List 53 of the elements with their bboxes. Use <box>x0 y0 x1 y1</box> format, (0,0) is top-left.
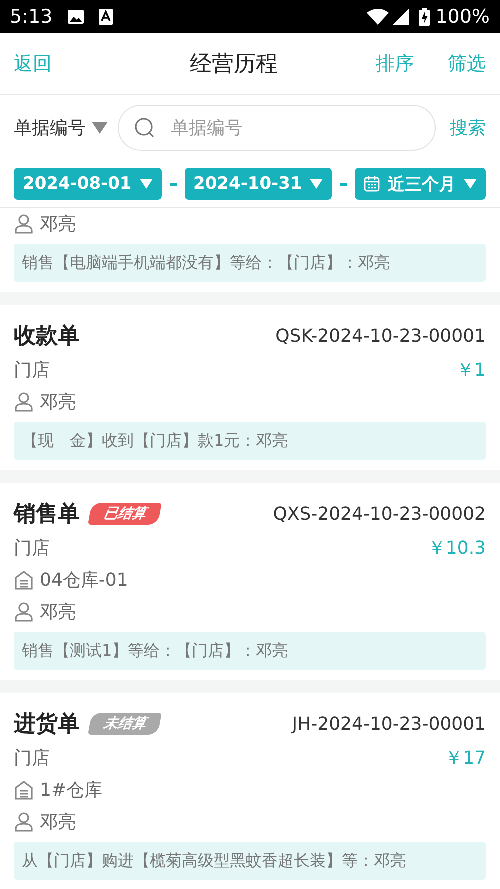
record-summary: 【现 金】收到【门店】款1元：邓亮 <box>14 422 486 460</box>
sort-button[interactable]: 排序 <box>376 50 414 76</box>
person-icon <box>14 392 34 412</box>
person-name: 邓亮 <box>40 811 76 834</box>
field-type-dropdown[interactable]: 单据编号 <box>14 116 108 140</box>
signal-icon <box>392 8 409 24</box>
caret-icon <box>140 179 153 189</box>
back-button[interactable]: 返回 <box>14 50 52 76</box>
clock: 5:13 <box>10 6 53 28</box>
record-summary: 销售【电脑端手机端都没有】等给：【门店】：邓亮 <box>14 244 486 282</box>
record-number: JH-2024-10-23-00001 <box>292 714 486 734</box>
filter-button[interactable]: 筛选 <box>448 50 486 76</box>
warehouse-name: 04仓库-01 <box>40 569 128 592</box>
search-icon <box>134 117 156 139</box>
person-icon <box>14 214 34 234</box>
image-icon <box>66 8 85 24</box>
caret-icon <box>464 179 477 189</box>
caret-icon <box>310 179 324 189</box>
warehouse-name: 1#仓库 <box>40 779 103 802</box>
font-icon <box>98 8 113 24</box>
status-badge: 已结算 <box>88 503 162 525</box>
start-date-picker[interactable]: 2024-08-01 <box>14 168 162 200</box>
page-title: 经营历程 <box>189 50 279 78</box>
wifi-icon <box>366 8 389 24</box>
end-date-picker[interactable]: 2024-10-31 <box>184 168 332 200</box>
record-type: 进货单 <box>14 711 80 739</box>
warehouse-icon <box>14 570 34 590</box>
record-type: 销售单 <box>14 501 80 529</box>
range-dropdown[interactable]: 近三个月 <box>355 168 486 200</box>
warehouse-icon <box>14 780 34 800</box>
person-name: 邓亮 <box>40 213 76 236</box>
store-name: 门店 <box>14 537 50 560</box>
person-icon <box>14 602 34 622</box>
store-name: 门店 <box>14 359 50 382</box>
battery-icon <box>418 8 430 26</box>
person-name: 邓亮 <box>40 391 76 414</box>
record-number: QXS-2024-10-23-00002 <box>273 504 486 524</box>
person-name: 邓亮 <box>40 601 76 624</box>
status-badge: 未结算 <box>88 713 162 735</box>
person-icon <box>14 812 34 832</box>
caret-icon <box>92 122 108 134</box>
store-name: 门店 <box>14 747 50 770</box>
record-summary: 从【门店】购进【榄菊高级型黑蚊香超长装】等：邓亮 <box>14 842 486 880</box>
search-field[interactable]: 单据编号 <box>118 105 436 151</box>
record-type: 收款单 <box>14 323 80 351</box>
amount: ￥17 <box>445 747 486 770</box>
record-number: QSK-2024-10-23-00001 <box>276 326 486 346</box>
battery-level: 100% <box>436 6 490 28</box>
calendar-icon <box>364 176 380 192</box>
amount: ￥10.3 <box>428 537 486 560</box>
search-button[interactable]: 搜索 <box>450 116 486 140</box>
record-summary: 销售【测试1】等给：【门店】：邓亮 <box>14 632 486 670</box>
amount: ￥1 <box>456 359 486 382</box>
